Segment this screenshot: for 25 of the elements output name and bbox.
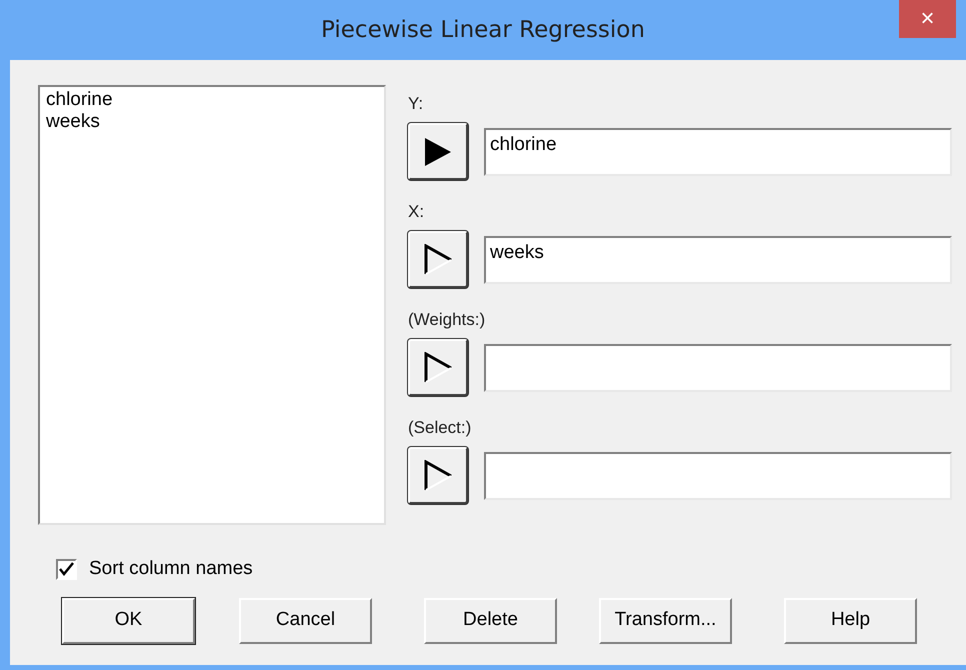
dialog-button[interactable]: Delete [424, 598, 557, 644]
dialog-button[interactable]: Help [784, 598, 917, 644]
select-variable-button[interactable] [408, 339, 468, 396]
variable-field[interactable] [484, 452, 952, 500]
select-variable-button[interactable] [408, 447, 468, 504]
field-label: X: [408, 201, 424, 223]
field-label: (Select:) [408, 417, 472, 439]
list-item[interactable]: chlorine [46, 89, 113, 111]
select-variable-button[interactable] [408, 231, 468, 288]
field-label: Y: [408, 93, 424, 115]
check-icon [59, 562, 74, 576]
dialog-button[interactable]: Cancel [239, 598, 372, 644]
checkbox[interactable] [56, 558, 77, 580]
list-item[interactable]: weeks [46, 111, 100, 133]
window-title: Piecewise Linear Regression [321, 16, 645, 45]
dialog-button[interactable]: OK [62, 598, 195, 644]
variable-field[interactable]: weeks [484, 236, 952, 284]
variable-field[interactable] [484, 344, 952, 392]
field-label: (Weights:) [408, 309, 486, 331]
column-list[interactable]: chlorine weeks [38, 85, 386, 525]
select-variable-button[interactable] [408, 123, 468, 180]
variable-field[interactable]: chlorine [484, 128, 952, 176]
checkbox-label: Sort column names [89, 557, 253, 581]
close-button[interactable]: × [899, 0, 956, 38]
dialog-button[interactable]: Transform... [599, 598, 732, 644]
